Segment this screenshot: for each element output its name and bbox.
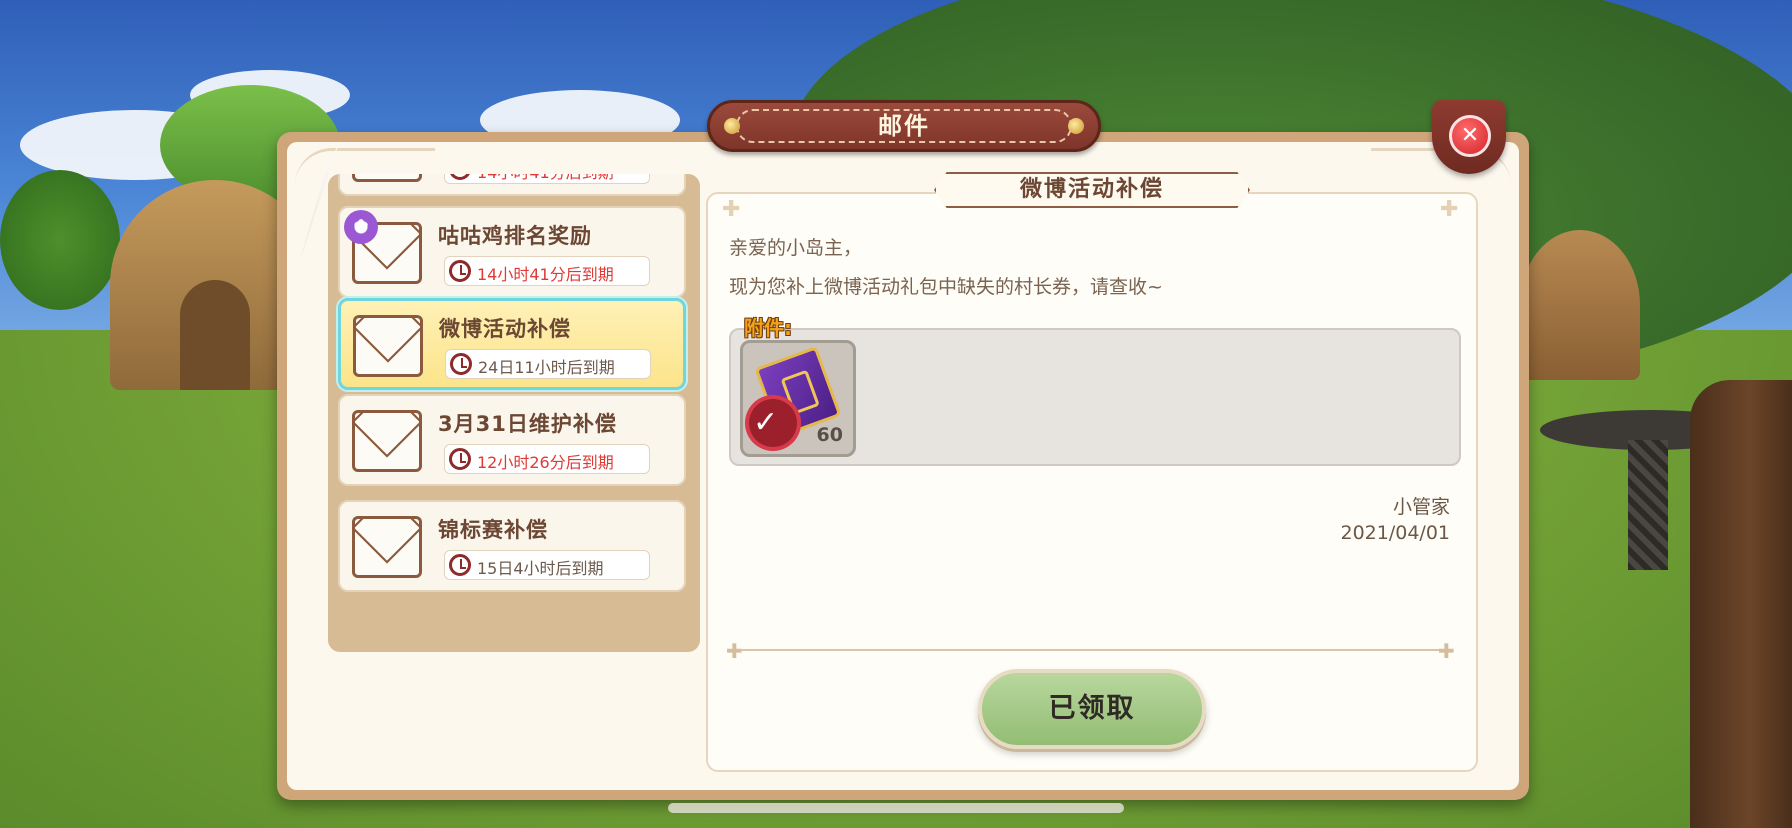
corner-ornament-icon: ✚	[1440, 197, 1459, 222]
attachment-label: 附件:	[744, 316, 792, 340]
envelope-icon	[352, 174, 422, 182]
envelope-icon	[353, 315, 423, 377]
mail-greeting: 亲爱的小岛主，	[729, 237, 863, 259]
mail-sender: 小管家	[1392, 496, 1450, 518]
expiry-text: 14小时41分后到期	[477, 174, 614, 183]
check-icon: ✓	[753, 405, 779, 440]
gear-icon: ✿	[344, 210, 378, 244]
expiry-timer: 14小时41分后到期	[444, 256, 650, 286]
mail-item-selected[interactable]: 微博活动补偿 24日11小时后到期	[338, 298, 686, 390]
mail-item[interactable]: 14小时41分后到期	[338, 174, 686, 196]
envelope-icon	[352, 410, 422, 472]
mail-item-name: 咕咕鸡排名奖励	[438, 224, 592, 248]
mail-item-name: 锦标赛补偿	[438, 518, 548, 542]
expiry-timer: 24日11小时后到期	[445, 349, 651, 379]
expiry-timer: 15日4小时后到期	[444, 550, 650, 580]
expiry-text: 24日11小时后到期	[478, 358, 615, 377]
mail-body: 现为您补上微博活动礼包中缺失的村长券，请查收~	[729, 276, 1163, 298]
expiry-text: 15日4小时后到期	[477, 559, 604, 578]
expiry-text: 12小时26分后到期	[477, 453, 614, 472]
house-door	[180, 280, 250, 390]
grill-stand	[1628, 440, 1668, 570]
mail-date: 2021/04/01	[1340, 522, 1450, 544]
corner-ornament-icon: ✚	[722, 197, 741, 222]
close-icon: ✕	[1449, 115, 1491, 157]
mail-item-name: 3月31日维护补偿	[438, 412, 617, 436]
claimed-button[interactable]: 已领取	[978, 669, 1206, 749]
dialog-title: 邮件	[878, 112, 930, 140]
mail-item[interactable]: ✿ 咕咕鸡排名奖励 14小时41分后到期	[338, 206, 686, 298]
expiry-timer: 14小时41分后到期	[444, 174, 650, 184]
attachment-item-slot[interactable]: ✓ 60	[740, 340, 856, 457]
mail-item[interactable]: 锦标赛补偿 15日4小时后到期	[338, 500, 686, 592]
divider	[740, 649, 1446, 651]
alarm-clock-icon	[449, 260, 471, 282]
mail-detail-title: 微博活动补偿	[934, 172, 1250, 208]
expiry-timer: 12小时26分后到期	[444, 444, 650, 474]
item-quantity: 60	[816, 424, 843, 446]
mail-list[interactable]: 14小时41分后到期 ✿ 咕咕鸡排名奖励 14小时41分后到期 微博活动补偿 2…	[328, 174, 700, 652]
expiry-text: 14小时41分后到期	[477, 265, 614, 284]
alarm-clock-icon	[450, 353, 472, 375]
close-button[interactable]: ✕	[1432, 100, 1506, 174]
home-indicator[interactable]	[668, 803, 1124, 813]
house-right	[1520, 230, 1640, 380]
mail-item[interactable]: 3月31日维护补偿 12小时26分后到期	[338, 394, 686, 486]
divider-ornament-icon: ✚	[1438, 639, 1455, 663]
mail-item-name: 微博活动补偿	[439, 317, 571, 341]
alarm-clock-icon	[449, 448, 471, 470]
palm-tree	[0, 170, 120, 310]
claimed-button-label: 已领取	[1048, 693, 1136, 724]
tree-trunk	[1690, 380, 1792, 828]
divider-ornament-icon: ✚	[726, 639, 743, 663]
dialog-title-plaque: 邮件	[707, 100, 1101, 152]
alarm-clock-icon	[449, 174, 471, 180]
alarm-clock-icon	[449, 554, 471, 576]
envelope-icon	[352, 516, 422, 578]
